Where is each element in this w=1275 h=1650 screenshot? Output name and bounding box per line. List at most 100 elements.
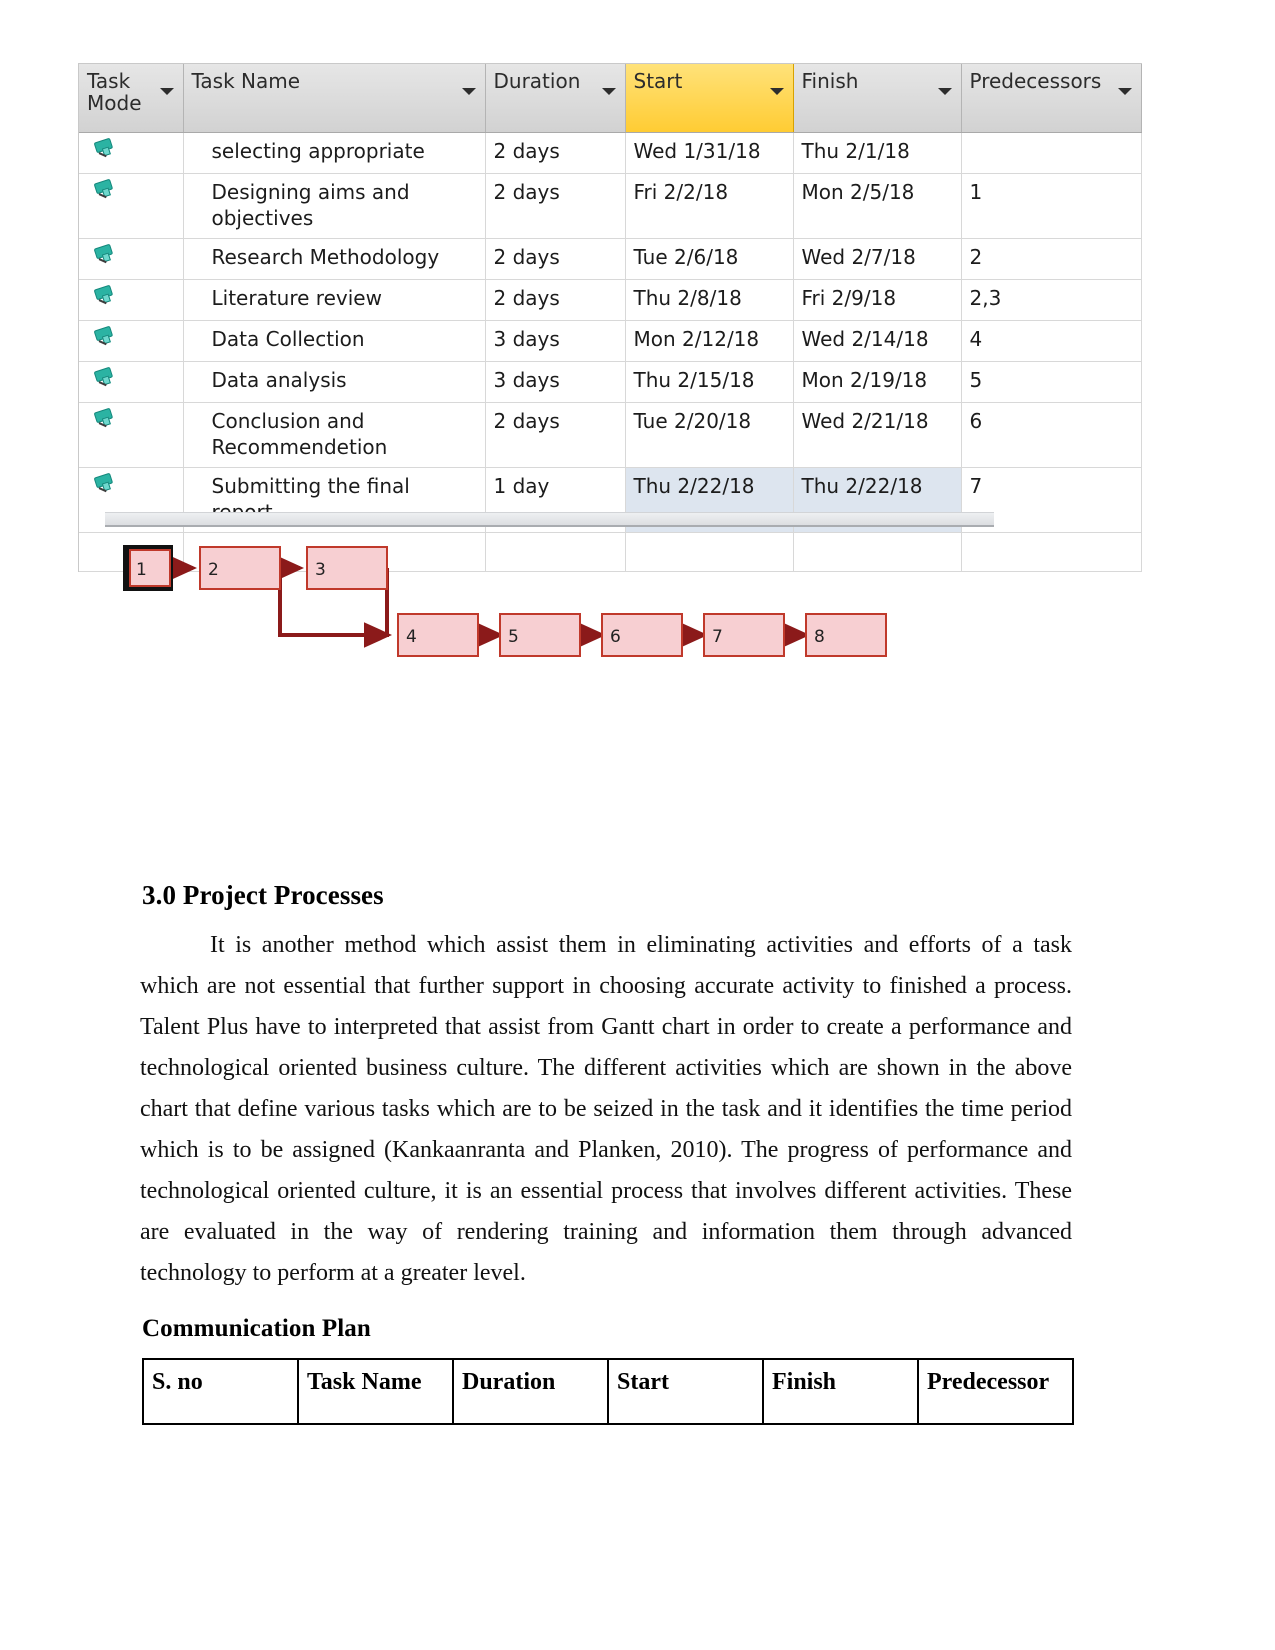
gantt-task-row[interactable]: Research Methodology 2 days Tue 2/6/18 Wed … (79, 238, 1142, 280)
start-date-cell[interactable]: Fri 2/2/18 (625, 173, 794, 239)
comm-header-s-no: S. no (142, 1358, 299, 1425)
network-diagram[interactable]: 1 2 3 4 5 6 7 8 (110, 535, 910, 670)
predecessors-cell[interactable]: 1 (961, 173, 1142, 239)
predecessors-cell[interactable] (961, 132, 1142, 174)
diagram-node-8[interactable]: 8 (805, 613, 887, 657)
comm-header-finish: Finish (762, 1358, 919, 1425)
diagram-node-4[interactable]: 4 (397, 613, 479, 657)
predecessors-cell[interactable]: 2 (961, 238, 1142, 280)
chevron-down-icon[interactable] (937, 88, 952, 95)
gantt-task-row[interactable]: Conclusion and Recommendetion 2 days Tue 2… (79, 402, 1142, 468)
finish-date-cell[interactable]: Mon 2/19/18 (793, 361, 962, 403)
predecessors-cell[interactable]: 5 (961, 361, 1142, 403)
column-header-task-mode[interactable]: Task Mode (79, 64, 184, 133)
diagram-node-2[interactable]: 2 (199, 546, 281, 590)
start-date-cell[interactable]: Thu 2/8/18 (625, 279, 794, 321)
pushpin-icon (90, 323, 118, 351)
duration-cell[interactable]: 2 days (485, 238, 626, 280)
diagram-node-7[interactable]: 7 (703, 613, 785, 657)
finish-date-cell[interactable]: Wed 2/14/18 (793, 320, 962, 362)
start-date-cell[interactable]: Thu 2/15/18 (625, 361, 794, 403)
column-header-label: Start (633, 69, 683, 93)
diagram-node-label: 8 (814, 627, 825, 647)
comm-header-task-name: Task Name (297, 1358, 454, 1425)
column-header-label: Duration (493, 69, 581, 93)
gantt-task-row[interactable]: selecting appropriate 2 days Wed 1/31/18 Th… (79, 132, 1142, 174)
task-mode-cell[interactable] (79, 279, 184, 321)
duration-cell[interactable]: 2 days (485, 279, 626, 321)
diagram-node-label: 1 (136, 560, 147, 580)
diagram-node-3[interactable]: 3 (306, 546, 388, 590)
start-date-cell[interactable]: Wed 1/31/18 (625, 132, 794, 174)
gantt-table: Task Mode Task Name Duration Start Finis… (79, 64, 1142, 572)
task-mode-cell[interactable] (79, 402, 184, 468)
task-name-cell[interactable]: selecting appropriate (183, 132, 486, 174)
start-date-cell[interactable]: Mon 2/12/18 (625, 320, 794, 362)
finish-date-cell[interactable]: Mon 2/5/18 (793, 173, 962, 239)
task-name-cell[interactable]: Designing aims and objectives (183, 173, 486, 239)
chevron-down-icon[interactable] (461, 88, 476, 95)
task-mode-cell[interactable] (79, 361, 184, 403)
gantt-header-row: Task Mode Task Name Duration Start Finis… (79, 64, 1142, 133)
task-name-cell[interactable]: Literature review (183, 279, 486, 321)
column-header-predecessors[interactable]: Predecessors (961, 64, 1142, 133)
column-header-start[interactable]: Start (625, 64, 794, 133)
gantt-task-row[interactable]: Literature review 2 days Thu 2/8/18 Fri 2/9… (79, 279, 1142, 321)
column-header-duration[interactable]: Duration (485, 64, 626, 133)
pushpin-icon (90, 135, 118, 163)
finish-date-cell[interactable]: Fri 2/9/18 (793, 279, 962, 321)
duration-cell[interactable]: 2 days (485, 173, 626, 239)
diagram-node-label: 4 (406, 627, 417, 647)
duration-cell[interactable]: 3 days (485, 361, 626, 403)
heading-project-processes: 3.0 Project Processes (142, 880, 384, 910)
task-name-cell[interactable]: Data analysis (183, 361, 486, 403)
start-date-cell[interactable]: Tue 2/20/18 (625, 402, 794, 468)
task-name-cell[interactable]: Data Collection (183, 320, 486, 362)
network-diagram-canvas: 1 2 3 4 5 6 7 8 (123, 545, 887, 657)
diagram-node-label: 5 (508, 627, 519, 647)
predecessors-cell[interactable]: 2,3 (961, 279, 1142, 321)
finish-date-cell[interactable]: Wed 2/7/18 (793, 238, 962, 280)
task-name-cell[interactable]: Research Methodology (183, 238, 486, 280)
diagram-node-1[interactable]: 1 (123, 545, 173, 591)
task-mode-cell[interactable] (79, 132, 184, 174)
duration-cell[interactable]: 2 days (485, 132, 626, 174)
predecessors-cell[interactable]: 4 (961, 320, 1142, 362)
diagram-node-label: 6 (610, 627, 621, 647)
chevron-down-icon[interactable] (1117, 88, 1132, 95)
finish-date-cell[interactable]: Thu 2/1/18 (793, 132, 962, 174)
pushpin-icon (90, 470, 118, 498)
diagram-node-5[interactable]: 5 (499, 613, 581, 657)
start-date-cell[interactable]: Tue 2/6/18 (625, 238, 794, 280)
pushpin-icon (90, 282, 118, 310)
pushpin-icon (90, 405, 118, 433)
heading-communication-plan: Communication Plan (142, 1315, 371, 1342)
gantt-body: selecting appropriate 2 days Wed 1/31/18 Th… (79, 132, 1142, 572)
predecessors-cell[interactable]: 6 (961, 402, 1142, 468)
column-header-label: Predecessors (969, 69, 1102, 93)
document-page: Task Mode Task Name Duration Start Finis… (0, 0, 1275, 1650)
task-name-cell[interactable]: Conclusion and Recommendetion (183, 402, 486, 468)
duration-cell[interactable]: 3 days (485, 320, 626, 362)
chevron-down-icon[interactable] (601, 88, 616, 95)
task-mode-cell[interactable] (79, 173, 184, 239)
diagram-node-label: 3 (315, 560, 326, 580)
chevron-down-icon[interactable] (159, 88, 174, 95)
gantt-task-row[interactable]: Data analysis 3 days Thu 2/15/18 Mon 2/19/1… (79, 361, 1142, 403)
finish-date-cell[interactable]: Wed 2/21/18 (793, 402, 962, 468)
pushpin-icon (90, 364, 118, 392)
duration-cell[interactable]: 2 days (485, 402, 626, 468)
gantt-task-row[interactable]: Data Collection 3 days Mon 2/12/18 Wed 2/14… (79, 320, 1142, 362)
gantt-task-row[interactable]: Designing aims and objectives 2 days Fri 2… (79, 173, 1142, 239)
chevron-down-icon[interactable] (769, 88, 784, 95)
comm-header-row: S. no Task Name Duration Start Finish Pr… (142, 1358, 1074, 1425)
column-header-finish[interactable]: Finish (793, 64, 962, 133)
diagram-node-6[interactable]: 6 (601, 613, 683, 657)
communication-plan-table: S. no Task Name Duration Start Finish Pr… (142, 1358, 1074, 1425)
column-header-task-name[interactable]: Task Name (183, 64, 486, 133)
pushpin-icon (90, 176, 118, 204)
comm-header-start: Start (607, 1358, 764, 1425)
gantt-task-grid[interactable]: Task Mode Task Name Duration Start Finis… (78, 63, 1142, 572)
task-mode-cell[interactable] (79, 320, 184, 362)
task-mode-cell[interactable] (79, 238, 184, 280)
